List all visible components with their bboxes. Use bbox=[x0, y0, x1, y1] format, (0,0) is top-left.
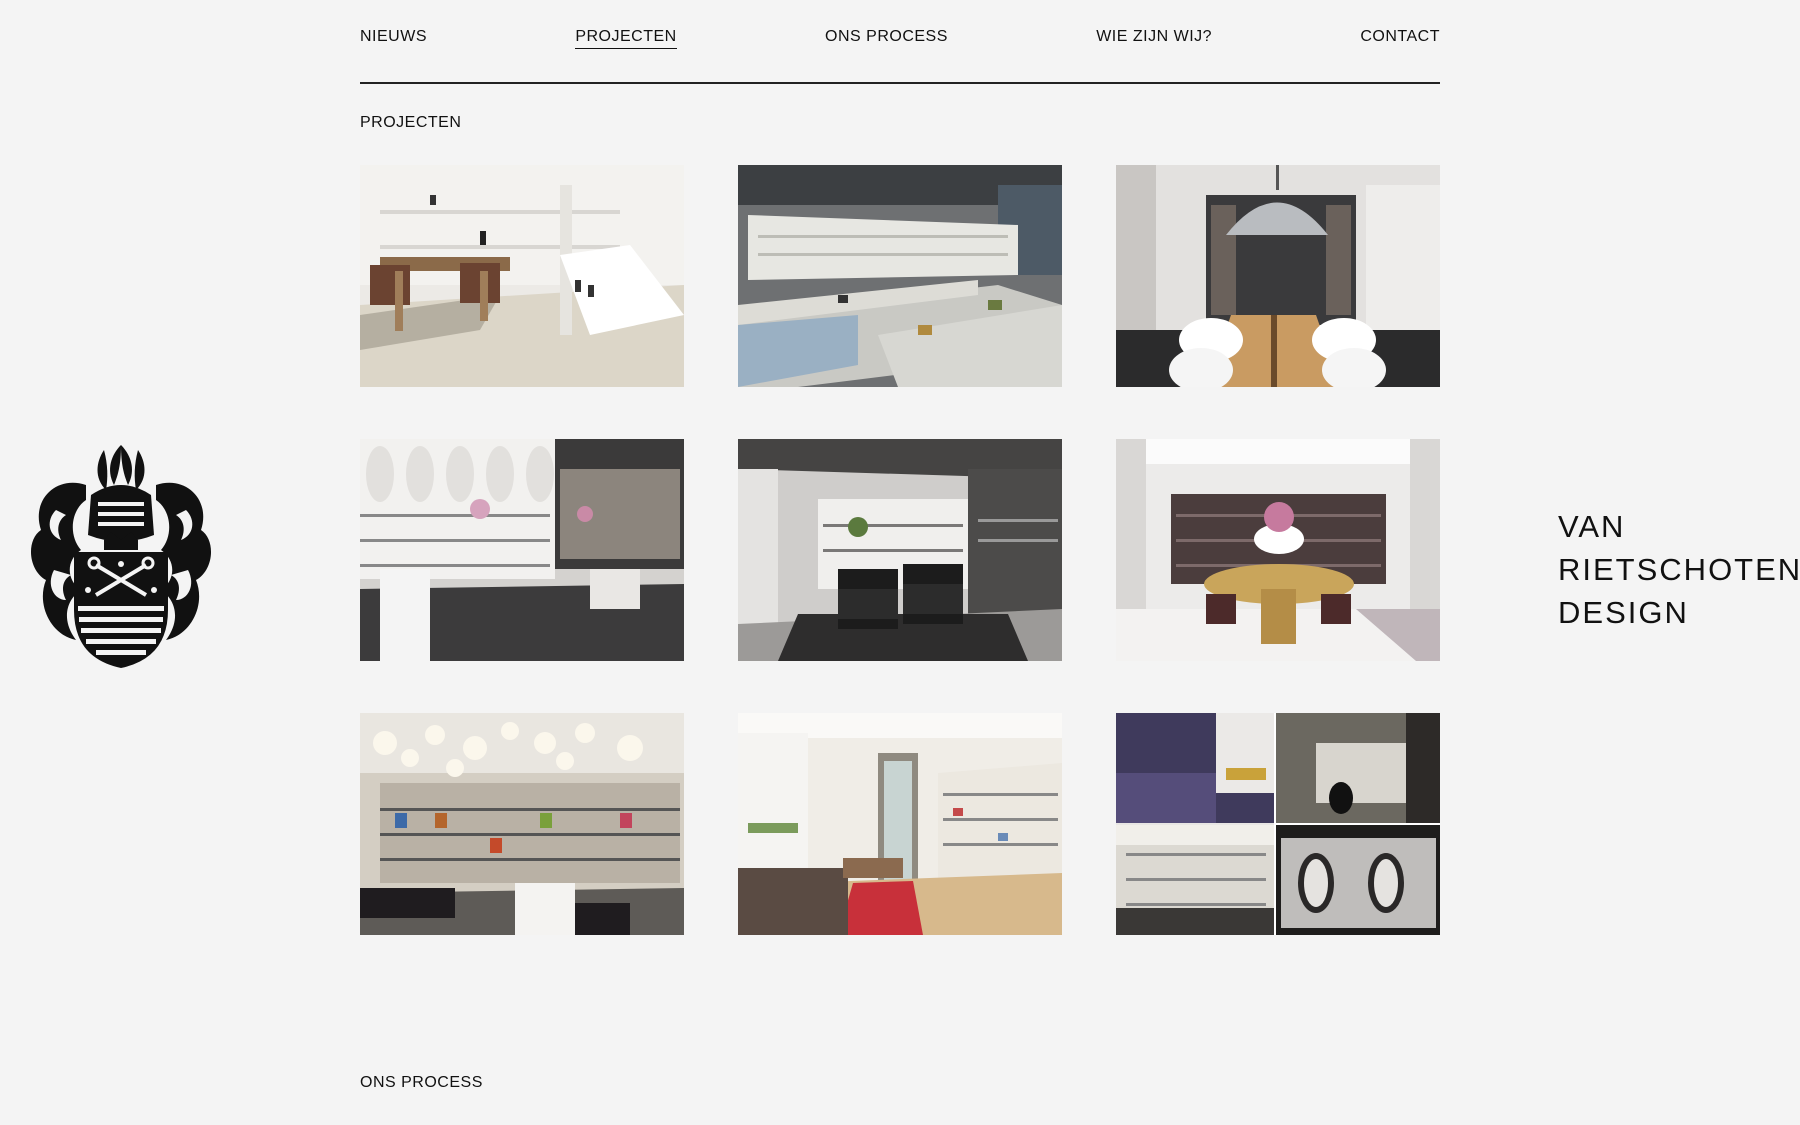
project-image-7 bbox=[360, 713, 684, 935]
project-image-4 bbox=[360, 439, 684, 661]
project-thumbnail-3[interactable] bbox=[1116, 165, 1440, 387]
project-image-6 bbox=[1116, 439, 1440, 661]
project-grid bbox=[360, 165, 1440, 935]
project-image-8 bbox=[738, 713, 1062, 935]
project-thumbnail-7[interactable] bbox=[360, 713, 684, 935]
project-thumbnail-9[interactable] bbox=[1116, 713, 1440, 935]
nav-item-wie-zijn-wij[interactable]: WIE ZIJN WIJ? bbox=[1096, 28, 1212, 48]
nav-item-ons-process[interactable]: ONS PROCESS bbox=[825, 28, 948, 48]
project-thumbnail-4[interactable] bbox=[360, 439, 684, 661]
brand-line-1: VAN bbox=[1558, 509, 1626, 544]
coat-of-arms-icon bbox=[30, 445, 212, 668]
project-thumbnail-8[interactable] bbox=[738, 713, 1062, 935]
page: NIEUWS PROJECTEN ONS PROCESS WIE ZIJN WI… bbox=[0, 0, 1800, 1125]
project-thumbnail-1[interactable] bbox=[360, 165, 684, 387]
process-section-title: ONS PROCESS bbox=[360, 1074, 483, 1091]
project-image-5 bbox=[738, 439, 1062, 661]
brand-line-2: RIETSCHOTEN bbox=[1558, 552, 1800, 587]
projects-section-title: PROJECTEN bbox=[360, 114, 462, 131]
crest-logo[interactable] bbox=[26, 440, 216, 672]
brand-line-3: DESIGN bbox=[1558, 595, 1689, 630]
project-thumbnail-2[interactable] bbox=[738, 165, 1062, 387]
nav-item-projecten[interactable]: PROJECTEN bbox=[575, 28, 677, 49]
project-thumbnail-5[interactable] bbox=[738, 439, 1062, 661]
project-image-9 bbox=[1116, 713, 1440, 935]
nav-item-contact[interactable]: CONTACT bbox=[1360, 28, 1440, 48]
project-image-2 bbox=[738, 165, 1062, 387]
project-image-1 bbox=[360, 165, 684, 387]
project-image-3 bbox=[1116, 165, 1440, 387]
brand-wordmark[interactable]: VAN RIETSCHOTEN DESIGN bbox=[1558, 505, 1800, 634]
project-thumbnail-6[interactable] bbox=[1116, 439, 1440, 661]
nav-item-nieuws[interactable]: NIEUWS bbox=[360, 28, 427, 48]
main-nav: NIEUWS PROJECTEN ONS PROCESS WIE ZIJN WI… bbox=[360, 28, 1440, 84]
